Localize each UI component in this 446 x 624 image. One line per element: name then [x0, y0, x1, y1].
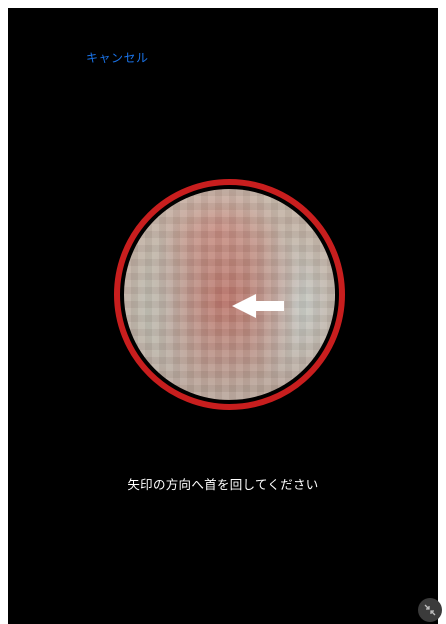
cancel-button[interactable]: キャンセル [86, 49, 149, 66]
liveness-check-screen: キャンセル 矢印の方向へ首を回してください [8, 8, 442, 624]
minimize-button[interactable] [418, 598, 442, 622]
camera-preview [123, 188, 336, 401]
instruction-text: 矢印の方向へ首を回してください [127, 477, 319, 492]
camera-preview-pixels [124, 189, 335, 400]
face-guide-ring [114, 179, 345, 410]
minimize-icon [424, 604, 436, 616]
left-arrow-icon [232, 294, 284, 318]
